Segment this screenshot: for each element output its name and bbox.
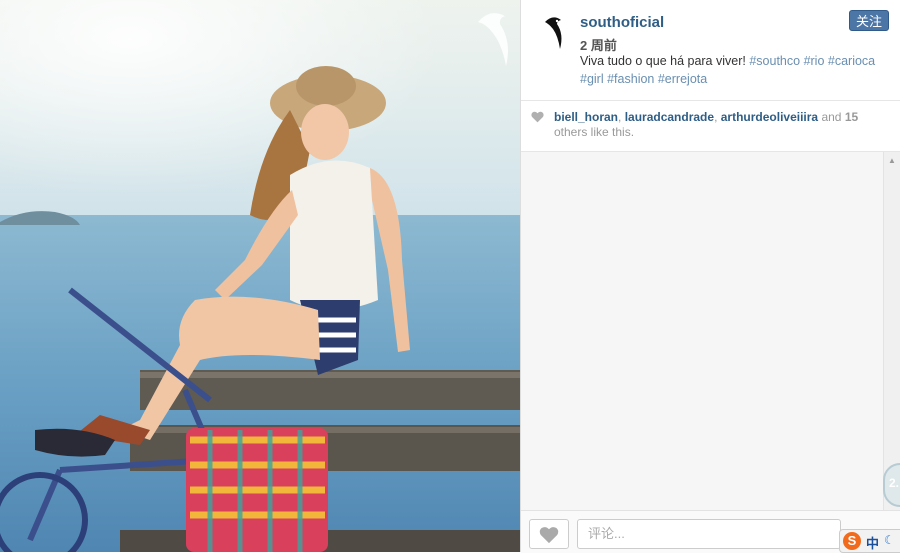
hashtag-link[interactable]: #errejota [658,72,707,86]
floating-badge[interactable]: 2. [883,463,900,507]
caption-text: Viva tudo o que há para viver! [580,54,746,68]
post-side-panel: southoficial 2 周前 Viva tudo o que há par… [520,0,900,553]
post-username[interactable]: southoficial [580,14,664,31]
liker-link[interactable]: lauradcandrade [625,110,714,124]
ime-toolbar[interactable]: S 中 ☾ [839,529,900,553]
heart-icon [539,527,559,544]
like-button[interactable] [529,519,569,549]
hashtag-link[interactable]: #fashion [607,72,654,86]
likes-section: biell_horan, lauradcandrade, arthurdeoli… [521,101,900,152]
moon-icon[interactable]: ☾ [884,533,895,547]
hashtag-link[interactable]: #rio [804,54,825,68]
hashtag-link[interactable]: #carioca [828,54,875,68]
comment-bar: 评论... S 中 ☾ [521,510,900,553]
ime-language-label[interactable]: 中 [866,533,879,552]
bird-logo-icon [545,17,562,49]
hashtag-link[interactable]: #southco [749,54,800,68]
likes-suffix: others like this. [554,125,635,139]
post-caption: Viva tudo o que há para viver! #southco … [580,52,890,88]
likes-text: biell_horan, lauradcandrade, arthurdeoli… [554,110,859,139]
liker-link[interactable]: biell_horan [554,110,618,124]
follow-button[interactable]: 关注 [849,10,889,31]
heart-icon [531,111,544,123]
triangle-up-icon[interactable]: ▲ [888,156,896,165]
likes-count[interactable]: 15 [845,110,858,124]
comments-list [521,152,883,510]
avatar[interactable] [533,12,573,52]
floating-badge-text: 2. [889,476,900,490]
liker-link[interactable]: arthurdeoliveiiira [721,110,818,124]
comment-input[interactable]: 评论... [577,519,841,549]
post-photo [0,0,520,552]
hashtag-link[interactable]: #girl [580,72,604,86]
post-header: southoficial 2 周前 Viva tudo o que há par… [521,0,900,101]
likes-and: and [821,110,842,124]
comments-scrollbar[interactable]: ▲ ▼ [883,152,900,510]
sogou-logo-icon: S [843,532,861,550]
